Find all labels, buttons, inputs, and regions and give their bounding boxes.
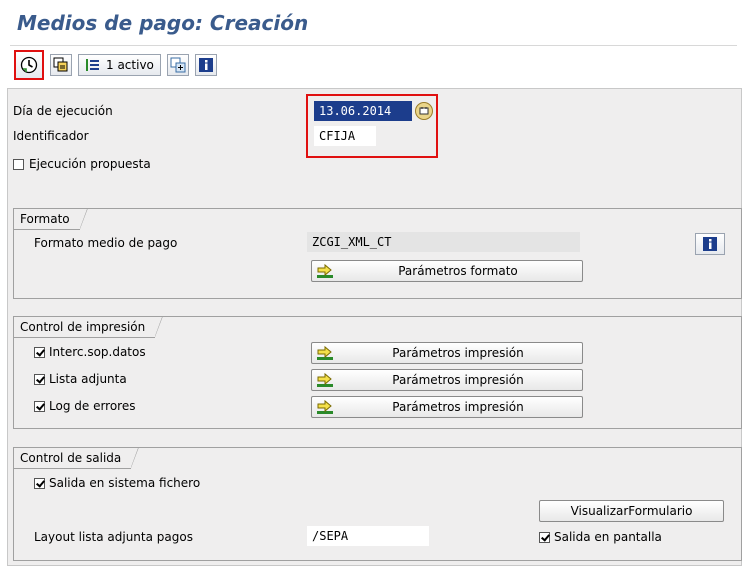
output-tab: Control de salida: [13, 447, 140, 469]
identifier-label: Identificador: [13, 129, 89, 143]
print-tab: Control de impresión: [13, 316, 164, 338]
data-exchange-checkbox[interactable]: [34, 347, 45, 358]
arrow-right-icon: [317, 345, 333, 360]
arrow-right-icon: [317, 263, 333, 278]
proposal-checkbox[interactable]: [13, 159, 24, 170]
attached-list-checkbox[interactable]: [34, 374, 45, 385]
print-section: Control de impresión Interc.sop.datos Pa…: [13, 316, 742, 429]
format-section: Formato Formato medio de pago ZCGI_XML_C…: [13, 208, 742, 299]
format-params-label: Parámetros formato: [398, 264, 518, 278]
copy-icon: [53, 57, 68, 72]
visualize-form-button[interactable]: VisualizarFormulario: [539, 500, 724, 522]
page-title: Medios de pago: Creación: [17, 11, 309, 35]
file-system-label: Salida en sistema fichero: [49, 476, 201, 490]
screen-output-label: Salida en pantalla: [554, 530, 662, 544]
toolbar: 1 activo: [12, 50, 217, 80]
toolbar-divider: [10, 45, 737, 46]
info-icon: [198, 58, 213, 72]
run-date-label: Día de ejecución: [13, 104, 113, 118]
print-params-label: Parámetros impresión: [392, 373, 524, 387]
execute-icon: [20, 56, 38, 74]
format-label: Formato medio de pago: [34, 236, 178, 250]
print-params-button[interactable]: Parámetros impresión: [311, 396, 583, 418]
format-field[interactable]: ZCGI_XML_CT: [307, 232, 580, 252]
highlight-box: [306, 94, 438, 158]
active-count-label: 1 activo: [106, 58, 154, 72]
expand-button[interactable]: [166, 54, 189, 76]
format-params-button[interactable]: Parámetros formato: [311, 260, 583, 282]
multiselect-icon: [86, 59, 99, 71]
data-exchange-label: Interc.sop.datos: [49, 345, 146, 359]
info-button[interactable]: [194, 54, 217, 76]
output-section: Control de salida Salida en sistema fich…: [13, 447, 742, 561]
error-log-checkbox[interactable]: [34, 401, 45, 412]
visualize-form-label: VisualizarFormulario: [570, 504, 693, 518]
print-params-label: Parámetros impresión: [392, 346, 524, 360]
info-icon: [703, 237, 717, 251]
selection-screen: Día de ejecución 13.06.2014 Identificado…: [7, 88, 742, 566]
error-log-label: Log de errores: [49, 399, 136, 413]
layout-label: Layout lista adjunta pagos: [34, 530, 193, 544]
attached-list-label: Lista adjunta: [49, 372, 127, 386]
expand-icon: [170, 57, 186, 73]
screen-output-checkbox[interactable]: [539, 532, 550, 543]
print-params-button[interactable]: Parámetros impresión: [311, 369, 583, 391]
file-system-checkbox[interactable]: [34, 478, 45, 489]
print-params-button[interactable]: Parámetros impresión: [311, 342, 583, 364]
format-tab: Formato: [13, 208, 88, 230]
print-params-label: Parámetros impresión: [392, 400, 524, 414]
execute-button[interactable]: [14, 50, 44, 80]
multiple-selection-button[interactable]: 1 activo: [78, 54, 161, 76]
arrow-right-icon: [317, 399, 333, 414]
layout-field[interactable]: /SEPA: [307, 526, 429, 546]
copy-button[interactable]: [50, 54, 72, 76]
proposal-label: Ejecución propuesta: [29, 157, 151, 171]
arrow-right-icon: [317, 372, 333, 387]
format-info-button[interactable]: [695, 233, 725, 255]
